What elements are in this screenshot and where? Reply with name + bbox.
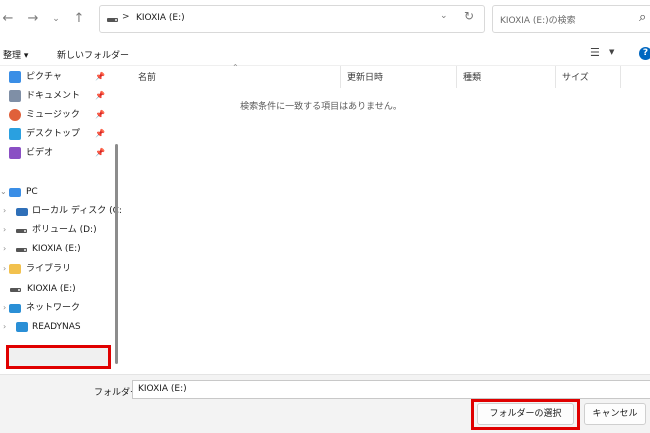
search-placeholder: KIOXIA (E:)の検索: [500, 16, 576, 26]
chevron-down-icon[interactable]: ⌄: [0, 183, 7, 201]
pin-icon[interactable]: 📌: [95, 87, 105, 105]
nav-item-label: ビデオ: [26, 148, 54, 158]
nav-item-label: ローカル ディスク (C:): [32, 206, 126, 216]
recent-locations-button[interactable]: ⌄: [48, 10, 64, 28]
new-folder-button[interactable]: 新しいフォルダー: [57, 48, 129, 61]
nav-item-label: ネットワーク: [26, 303, 81, 313]
search-icon[interactable]: ⌕: [639, 10, 646, 25]
chevron-right-icon[interactable]: ›: [3, 202, 6, 220]
nav-item-kioxia-selected[interactable]: KIOXIA (E:): [8, 280, 108, 298]
arrow-right-icon: →: [27, 11, 39, 26]
nav-item-label: ドキュメント: [26, 91, 81, 101]
column-divider[interactable]: [456, 66, 457, 88]
view-options-icon[interactable]: ☰: [590, 46, 600, 59]
address-row: ← → ⌄ ↑ > KIOXIA (E:) ⌄ ↻ KIOXIA (E:)の検索…: [0, 0, 650, 40]
view-dropdown-icon[interactable]: ▼: [609, 48, 614, 56]
column-header-type[interactable]: 種類: [463, 68, 481, 88]
nav-item-pc[interactable]: ⌄ PC: [0, 183, 118, 201]
nav-item-pictures[interactable]: ピクチャ 📌: [0, 68, 118, 86]
column-divider[interactable]: [555, 66, 556, 88]
chevron-right-icon[interactable]: ›: [3, 260, 6, 278]
desktop-icon: [9, 128, 21, 140]
nav-item-libraries[interactable]: › ライブラリ: [0, 260, 118, 278]
up-button[interactable]: ↑: [71, 10, 87, 28]
music-icon: [9, 109, 21, 121]
nav-item-drive-e[interactable]: › KIOXIA (E:): [0, 240, 118, 258]
nav-item-label: PC: [26, 187, 38, 197]
command-bar: 整理 ▾ 新しいフォルダー ☰ ▼ ?: [0, 40, 650, 66]
refresh-icon[interactable]: ↻: [464, 9, 474, 23]
forward-button[interactable]: →: [25, 10, 41, 28]
nav-item-drive-c[interactable]: › ローカル ディスク (C:): [0, 202, 125, 220]
address-dropdown-icon[interactable]: ⌄: [440, 11, 448, 21]
column-header-name[interactable]: 名前: [138, 68, 156, 88]
path-separator[interactable]: >: [122, 12, 130, 22]
nav-item-desktop[interactable]: デスクトップ 📌: [0, 125, 118, 143]
nav-item-videos[interactable]: ビデオ 📌: [0, 144, 118, 162]
videos-icon: [9, 147, 21, 159]
nav-item-drive-d[interactable]: › ボリューム (D:): [0, 221, 118, 239]
nav-item-label: READYNAS: [32, 322, 81, 332]
chevron-right-icon[interactable]: ›: [3, 318, 6, 336]
nav-item-label: KIOXIA (E:): [32, 244, 81, 254]
documents-icon: [9, 90, 21, 102]
help-icon[interactable]: ?: [639, 47, 650, 60]
column-divider[interactable]: [620, 66, 621, 88]
chevron-right-icon[interactable]: ›: [3, 240, 6, 258]
local-disk-icon: [16, 208, 28, 216]
network-icon: [9, 304, 21, 313]
pin-icon[interactable]: 📌: [95, 106, 105, 124]
drive-icon: [107, 18, 118, 22]
nav-item-label: KIOXIA (E:): [27, 284, 76, 294]
nav-item-label: デスクトップ: [26, 129, 81, 139]
empty-message: 検索条件に一致する項目はありません。: [240, 102, 402, 112]
cancel-button[interactable]: キャンセル: [584, 403, 646, 425]
select-folder-button[interactable]: フォルダーの選択: [477, 403, 574, 425]
folder-icon: [9, 264, 21, 274]
drive-icon: [16, 229, 27, 233]
nav-item-label: ミュージック: [26, 110, 80, 120]
monitor-icon: [16, 322, 28, 332]
nav-item-documents[interactable]: ドキュメント 📌: [0, 87, 118, 105]
chevron-right-icon[interactable]: ›: [3, 221, 6, 239]
organize-button[interactable]: 整理 ▾: [3, 48, 28, 61]
nav-item-label: ライブラリ: [26, 264, 72, 274]
nav-item-network[interactable]: › ネットワーク: [0, 299, 118, 317]
selected-highlight: [6, 345, 111, 369]
chevron-right-icon[interactable]: ›: [3, 299, 6, 317]
column-header-size[interactable]: サイズ: [562, 68, 589, 88]
folder-field[interactable]: KIOXIA (E:): [132, 380, 650, 399]
column-divider[interactable]: [340, 66, 341, 88]
column-header-date[interactable]: 更新日時: [347, 68, 383, 88]
drive-icon: [16, 248, 27, 252]
nav-item-readynas[interactable]: › READYNAS: [0, 318, 118, 336]
nav-scrollbar[interactable]: [115, 144, 118, 364]
pin-icon[interactable]: 📌: [95, 144, 105, 162]
arrow-left-icon: ←: [2, 11, 14, 26]
pin-icon[interactable]: 📌: [95, 125, 105, 143]
arrow-up-icon: ↑: [73, 11, 85, 26]
dialog-footer: フォルダー: KIOXIA (E:) フォルダーの選択 キャンセル: [0, 374, 650, 433]
pin-icon[interactable]: 📌: [95, 68, 105, 86]
pc-icon: [9, 188, 21, 197]
pictures-icon: [9, 71, 21, 83]
address-bar[interactable]: > KIOXIA (E:) ⌄ ↻: [99, 5, 485, 33]
chevron-down-icon: ⌄: [52, 14, 60, 24]
sort-up-icon: ⌃: [232, 63, 239, 72]
navigation-pane: ピクチャ 📌 ドキュメント 📌 ミュージック 📌 デスクトップ 📌 ビデオ 📌 …: [0, 66, 125, 374]
back-button[interactable]: ←: [0, 10, 16, 28]
search-input[interactable]: KIOXIA (E:)の検索 ⌕: [492, 5, 650, 33]
nav-item-music[interactable]: ミュージック 📌: [0, 106, 118, 124]
drive-icon: [10, 288, 21, 292]
address-path[interactable]: KIOXIA (E:): [136, 13, 185, 23]
nav-item-label: ピクチャ: [26, 72, 62, 82]
nav-item-label: ボリューム (D:): [32, 225, 97, 235]
file-list: ⌃ 名前 更新日時 種類 サイズ 検索条件に一致する項目はありません。: [121, 63, 650, 374]
